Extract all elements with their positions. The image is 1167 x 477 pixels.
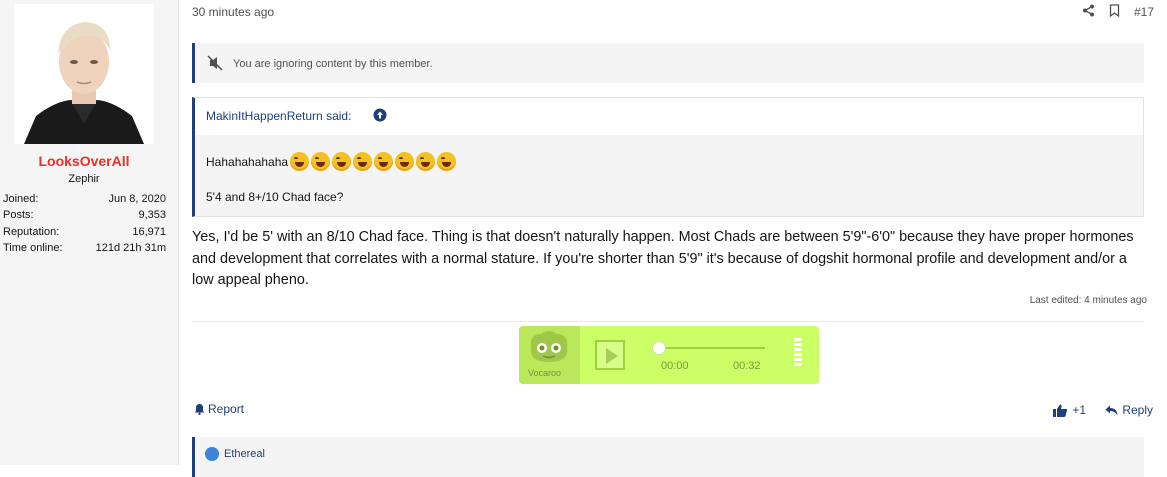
current-time: 00:00 xyxy=(661,360,689,372)
laughing-emoji-icon xyxy=(332,152,352,171)
laughing-emoji-icon xyxy=(311,152,331,171)
post-content: 30 minutes ago #17 You are ignoring cont… xyxy=(178,0,1167,477)
quote-text: Hahahahahaha xyxy=(206,154,289,169)
like-button[interactable]: +1 xyxy=(1053,403,1086,417)
ignored-text: You are ignoring content by this member. xyxy=(233,58,433,70)
arrow-up-circle-icon[interactable] xyxy=(373,108,387,125)
seek-track[interactable] xyxy=(658,347,765,349)
reply-label: Reply xyxy=(1122,403,1153,417)
divider xyxy=(192,321,1144,322)
thumbs-up-icon xyxy=(1053,404,1068,417)
like-reaction-icon xyxy=(205,447,219,461)
reaction-user-link[interactable]: Ethereal xyxy=(224,448,265,460)
ignored-notice: You are ignoring content by this member. xyxy=(192,43,1144,83)
bell-icon xyxy=(194,404,205,415)
reply-button[interactable]: Reply xyxy=(1105,403,1153,417)
play-icon xyxy=(606,348,618,364)
avatar-image xyxy=(14,4,154,144)
avatar[interactable] xyxy=(14,4,154,144)
stat-value: 121d 21h 31m xyxy=(95,242,166,254)
share-icon[interactable] xyxy=(1082,4,1095,20)
stat-label: Posts: xyxy=(3,209,34,221)
last-edited: Last edited: 4 minutes ago xyxy=(1029,295,1147,306)
stat-value: Jun 8, 2020 xyxy=(108,193,167,205)
quote-author-link[interactable]: MakinItHappenReturn said: xyxy=(206,109,351,123)
quote-body: Hahahahahaha 5'4 and 8+/10 Chad face? xyxy=(195,135,1143,216)
vocaroo-mascot-icon xyxy=(530,331,568,362)
laughing-emoji-icon xyxy=(353,152,373,171)
muted-icon xyxy=(206,55,224,76)
laughing-emoji-icon xyxy=(437,152,457,171)
report-link[interactable]: Report xyxy=(194,402,244,416)
seek-handle[interactable] xyxy=(652,341,666,355)
play-button[interactable] xyxy=(595,340,625,370)
vocaroo-label: Vocaroo xyxy=(528,368,562,378)
laughing-emoji-icon xyxy=(416,152,436,171)
stat-label: Joined: xyxy=(3,193,39,205)
laughing-emoji-icon xyxy=(374,152,394,171)
user-sidebar: LooksOverAll Zephir Joined: Jun 8, 2020 … xyxy=(0,0,179,465)
reactions-bar: Ethereal xyxy=(192,437,1144,477)
username-link[interactable]: LooksOverAll xyxy=(0,153,168,169)
laughing-emoji-icon xyxy=(395,152,415,171)
stat-value[interactable]: 9,353 xyxy=(138,209,166,221)
quote-header: MakinItHappenReturn said: xyxy=(195,98,1143,135)
stat-value: 16,971 xyxy=(132,226,166,238)
vocaroo-logo[interactable]: Vocaroo xyxy=(519,326,580,384)
quote-block: MakinItHappenReturn said: Hahahahahaha 5… xyxy=(192,97,1144,217)
stat-label: Time online: xyxy=(3,242,63,254)
user-title: Zephir xyxy=(68,173,100,185)
duration: 00:32 xyxy=(733,360,761,372)
quote-text: 5'4 and 8+/10 Chad face? xyxy=(206,190,344,204)
like-count: +1 xyxy=(1072,403,1086,417)
report-label: Report xyxy=(208,402,245,416)
stat-label: Reputation: xyxy=(3,226,60,238)
vocaroo-player: Vocaroo 00:00 00:32 xyxy=(519,326,819,384)
post-timestamp[interactable]: 30 minutes ago xyxy=(192,5,274,19)
volume-control[interactable] xyxy=(794,338,802,370)
reply-arrow-icon xyxy=(1105,405,1118,415)
post-body: Yes, I'd be 5' with an 8/10 Chad face. T… xyxy=(192,229,1134,288)
post-meta-actions: #17 xyxy=(1082,4,1154,20)
bookmark-icon[interactable] xyxy=(1109,4,1120,20)
post-number[interactable]: #17 xyxy=(1134,5,1154,19)
laughing-emoji-icon xyxy=(290,152,310,171)
quote-line: Hahahahahaha xyxy=(206,152,457,171)
